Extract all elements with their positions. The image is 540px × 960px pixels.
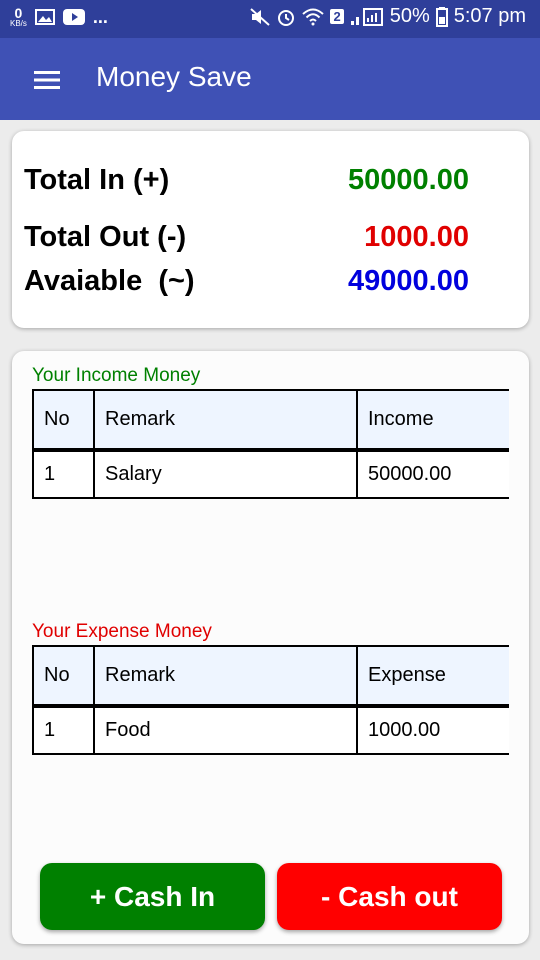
income-table-header: No Remark Income — [32, 389, 509, 451]
status-bar-right: 2 50% 5:07 pm — [250, 5, 526, 28]
available-row: Avaiable (~) 49000.00 — [24, 265, 469, 298]
income-section-title: Your Income Money — [32, 365, 201, 386]
total-out-label: Total Out (-) — [24, 221, 187, 253]
available-value: 49000.00 — [348, 265, 469, 297]
youtube-notification-icon — [62, 9, 85, 25]
total-out-value: 1000.00 — [364, 221, 469, 253]
income-row-amount: 50000.00 — [356, 449, 509, 499]
status-bar: 0 KB/s ... 2 50% 5:07 pm — [0, 0, 540, 38]
income-header-amount: Income — [356, 389, 509, 451]
summary-card: Total In (+) 50000.00 Total Out (-) 1000… — [12, 131, 529, 328]
cash-in-button[interactable]: + Cash In — [40, 863, 265, 930]
hamburger-menu-icon[interactable] — [22, 60, 72, 100]
expense-row-no: 1 — [32, 705, 95, 755]
app-bar: Money Save — [0, 38, 540, 120]
income-row-no: 1 — [32, 449, 95, 499]
status-bar-left: 0 KB/s ... — [10, 6, 108, 28]
app-title: Money Save — [96, 61, 252, 92]
expense-header-remark: Remark — [93, 645, 358, 707]
expense-table-header: No Remark Expense — [32, 645, 509, 707]
expense-row-amount: 1000.00 — [356, 705, 509, 755]
sim-badge: 2 — [330, 9, 344, 24]
available-label: Avaiable (~) — [24, 265, 195, 297]
net-speed-value: 0 — [14, 5, 23, 21]
transactions-card: Your Income Money No Remark Income 1 Sal… — [12, 351, 529, 944]
total-in-label: Total In (+) — [24, 164, 170, 196]
income-header-remark: Remark — [93, 389, 358, 451]
more-notifications: ... — [92, 6, 108, 27]
income-row-remark: Salary — [93, 449, 358, 499]
net-speed-indicator: 0 KB/s — [10, 6, 27, 28]
total-out-row: Total Out (-) 1000.00 — [24, 221, 469, 254]
expense-header-no: No — [32, 645, 95, 707]
total-in-value: 50000.00 — [348, 164, 469, 196]
battery-percent: 50% — [389, 5, 430, 27]
net-speed-unit: KB/s — [10, 19, 27, 28]
income-header-no: No — [32, 389, 95, 451]
image-notification-icon — [34, 9, 55, 25]
expense-header-amount: Expense — [356, 645, 509, 707]
signal-icon — [350, 7, 384, 27]
mute-icon — [250, 7, 271, 26]
expense-section-title: Your Expense Money — [32, 621, 212, 642]
expense-row-remark: Food — [93, 705, 358, 755]
total-in-row: Total In (+) 50000.00 — [24, 164, 469, 197]
income-table: No Remark Income 1 Salary 50000.00 — [32, 389, 509, 499]
clock: 5:07 pm — [453, 5, 526, 27]
wifi-icon — [302, 8, 325, 26]
expense-table: No Remark Expense 1 Food 1000.00 — [32, 645, 509, 755]
expense-table-row[interactable]: 1 Food 1000.00 — [32, 705, 509, 755]
battery-icon — [435, 6, 448, 27]
cash-out-button[interactable]: - Cash out — [277, 863, 502, 930]
income-table-row[interactable]: 1 Salary 50000.00 — [32, 449, 509, 499]
alarm-icon — [276, 7, 296, 27]
